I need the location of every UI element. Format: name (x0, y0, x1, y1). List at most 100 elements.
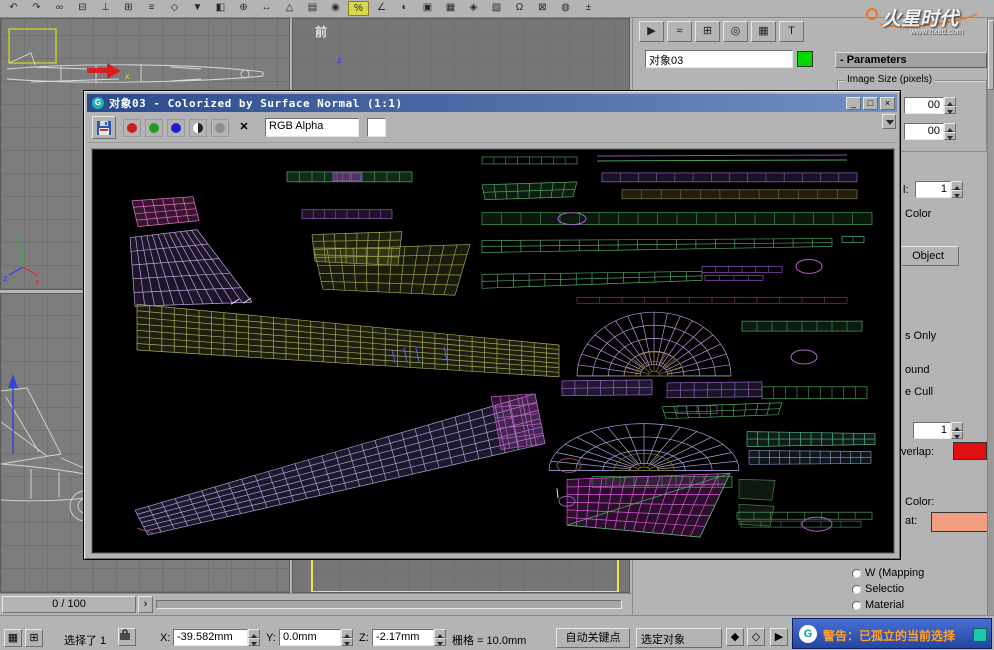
image-width-spinner[interactable] (944, 97, 956, 114)
close-button[interactable]: × (880, 97, 895, 110)
mono-channel-dot (215, 123, 225, 133)
spinner-snap-icon[interactable]: ▣ (417, 1, 438, 16)
mono-channel-icon[interactable] (211, 119, 229, 137)
green-channel-icon[interactable] (145, 119, 163, 137)
render-window-titlebar[interactable]: G 对象03 - Colorized by Surface Normal (1:… (87, 94, 897, 112)
image-width-field[interactable]: 00 (904, 97, 944, 114)
x-coord-spinner[interactable] (248, 629, 260, 646)
render-icon[interactable]: ± (578, 1, 599, 16)
tab-display[interactable]: ▦ (751, 21, 776, 42)
selection-filter-dropdown[interactable]: 选定对象 (636, 628, 722, 648)
visible-only-label: s Only (905, 330, 936, 342)
radio-material[interactable]: Material (852, 598, 904, 612)
curve-editor-icon[interactable]: Ω (509, 1, 530, 16)
red-channel-icon[interactable] (123, 119, 141, 137)
image-height-field[interactable]: 00 (904, 123, 944, 140)
layer-icon[interactable]: ▧ (486, 1, 507, 16)
tab-create[interactable]: ▶ (639, 21, 664, 42)
link-icon[interactable]: ∞ (49, 1, 70, 16)
background-color-swatch[interactable] (367, 118, 386, 137)
grid-toggle-icon[interactable]: ▦ (4, 629, 22, 647)
z-coord-spinner[interactable] (434, 629, 446, 646)
render-window: G 对象03 - Colorized by Surface Normal (1:… (83, 90, 901, 560)
parameters-rollout-header[interactable]: - Parameters (835, 52, 987, 68)
unlink-icon[interactable]: ⊟ (72, 1, 93, 16)
window-crossing-icon[interactable]: ⊞ (25, 629, 43, 647)
angle-snap-icon[interactable]: ∠ (371, 1, 392, 16)
seam-width-field[interactable]: 1 (913, 422, 951, 439)
key-buttons: ◆◇ (726, 628, 765, 646)
object-color-swatch[interactable] (797, 51, 813, 67)
pivot-icon[interactable]: ◉ (325, 1, 346, 16)
seam-width-spinner[interactable] (951, 422, 963, 439)
radio-w-mapping[interactable]: W (Mapping (852, 566, 924, 580)
select-by-name-icon[interactable]: ≡ (141, 1, 162, 16)
key-filter-icon[interactable]: ◆ (726, 628, 744, 646)
mirror-icon[interactable]: ▦ (440, 1, 461, 16)
align-icon[interactable]: ◈ (463, 1, 484, 16)
minimize-button[interactable]: _ (846, 97, 861, 110)
panel-scrollbar[interactable] (987, 18, 994, 615)
mat-color-swatch[interactable] (931, 512, 989, 532)
ref-coord-icon[interactable]: ▤ (302, 1, 323, 16)
material-editor-icon[interactable]: ◍ (555, 1, 576, 16)
set-key-icon[interactable]: ◇ (747, 628, 765, 646)
image-height-spinner[interactable] (944, 123, 956, 140)
time-slider[interactable]: 0 / 100 (2, 596, 136, 613)
radio-circle-icon[interactable] (852, 601, 861, 610)
uv-island-green-lines-right (762, 387, 867, 399)
x-coord-field[interactable]: -39.582mm (173, 629, 248, 646)
maximize-button[interactable]: □ (863, 97, 878, 110)
time-next-button[interactable]: › (138, 596, 153, 613)
uv-island-purple-bar-1 (562, 380, 652, 396)
tab-modify[interactable]: ≈ (667, 21, 692, 42)
y-coord-field[interactable]: 0.0mm (279, 629, 341, 646)
rect-region-icon[interactable]: ◇ (164, 1, 185, 16)
schematic-icon[interactable]: ⊠ (532, 1, 553, 16)
selection-lock-button[interactable] (118, 628, 136, 646)
bind-icon[interactable]: ⊥ (95, 1, 116, 16)
radio-circle-icon[interactable] (852, 585, 861, 594)
uv-island-thin-line-2 (597, 160, 847, 161)
clear-button[interactable]: ✕ (235, 119, 253, 137)
redo-icon[interactable]: ↷ (26, 1, 47, 16)
object-name-field[interactable]: 对象03 (645, 50, 793, 68)
play-button[interactable]: ▶ (770, 628, 788, 646)
red-channel-dot (127, 123, 137, 133)
time-track[interactable] (156, 600, 622, 609)
tiles-spinner[interactable] (951, 181, 963, 198)
blue-channel-icon[interactable] (167, 119, 185, 137)
channel-dropdown-arrow[interactable] (882, 114, 896, 129)
blue-channel-dot (171, 123, 181, 133)
tab-utilities[interactable]: T (779, 21, 804, 42)
main-toolbar-icons: ↶↷∞⊟⊥⊞≡◇▼◧⊕↔△▤◉%∠◐▣▦◈▧Ω⊠◍± (3, 1, 599, 16)
auto-key-button[interactable]: 自动关键点 (556, 628, 630, 648)
overlap-color-swatch[interactable] (953, 442, 987, 460)
mat-label: at: (905, 515, 917, 527)
snap-toggle-icon[interactable]: % (348, 1, 369, 16)
warning-bar: G 警告：已孤立的当前选择 (792, 618, 992, 649)
panel-scrollbar-thumb[interactable] (988, 20, 994, 90)
warning-action-button[interactable] (973, 628, 987, 642)
z-coord-field[interactable]: -2.17mm (372, 629, 434, 646)
channel-dropdown[interactable]: RGB Alpha (265, 118, 359, 137)
radio-circle-icon[interactable] (852, 569, 861, 578)
filter-icon[interactable]: ▼ (187, 1, 208, 16)
render-canvas[interactable] (92, 149, 894, 553)
alpha-channel-icon[interactable] (189, 119, 207, 137)
y-coord-spinner[interactable] (341, 629, 353, 646)
radio-selectio[interactable]: Selectio (852, 582, 904, 596)
tab-motion[interactable]: ◎ (723, 21, 748, 42)
crossing-icon[interactable]: ◧ (210, 1, 231, 16)
pick-object-button[interactable]: Object (897, 246, 959, 266)
save-bitmap-button[interactable] (92, 116, 116, 139)
undo-icon[interactable]: ↶ (3, 1, 24, 16)
percent-snap-icon[interactable]: ◐ (394, 1, 415, 16)
uv-island-purple-strip-top (602, 173, 857, 182)
tiles-field[interactable]: 1 (915, 181, 951, 198)
rotate-icon[interactable]: ↔ (256, 1, 277, 16)
select-icon[interactable]: ⊞ (118, 1, 139, 16)
tab-hierarchy[interactable]: ⊞ (695, 21, 720, 42)
move-icon[interactable]: ⊕ (233, 1, 254, 16)
scale-icon[interactable]: △ (279, 1, 300, 16)
